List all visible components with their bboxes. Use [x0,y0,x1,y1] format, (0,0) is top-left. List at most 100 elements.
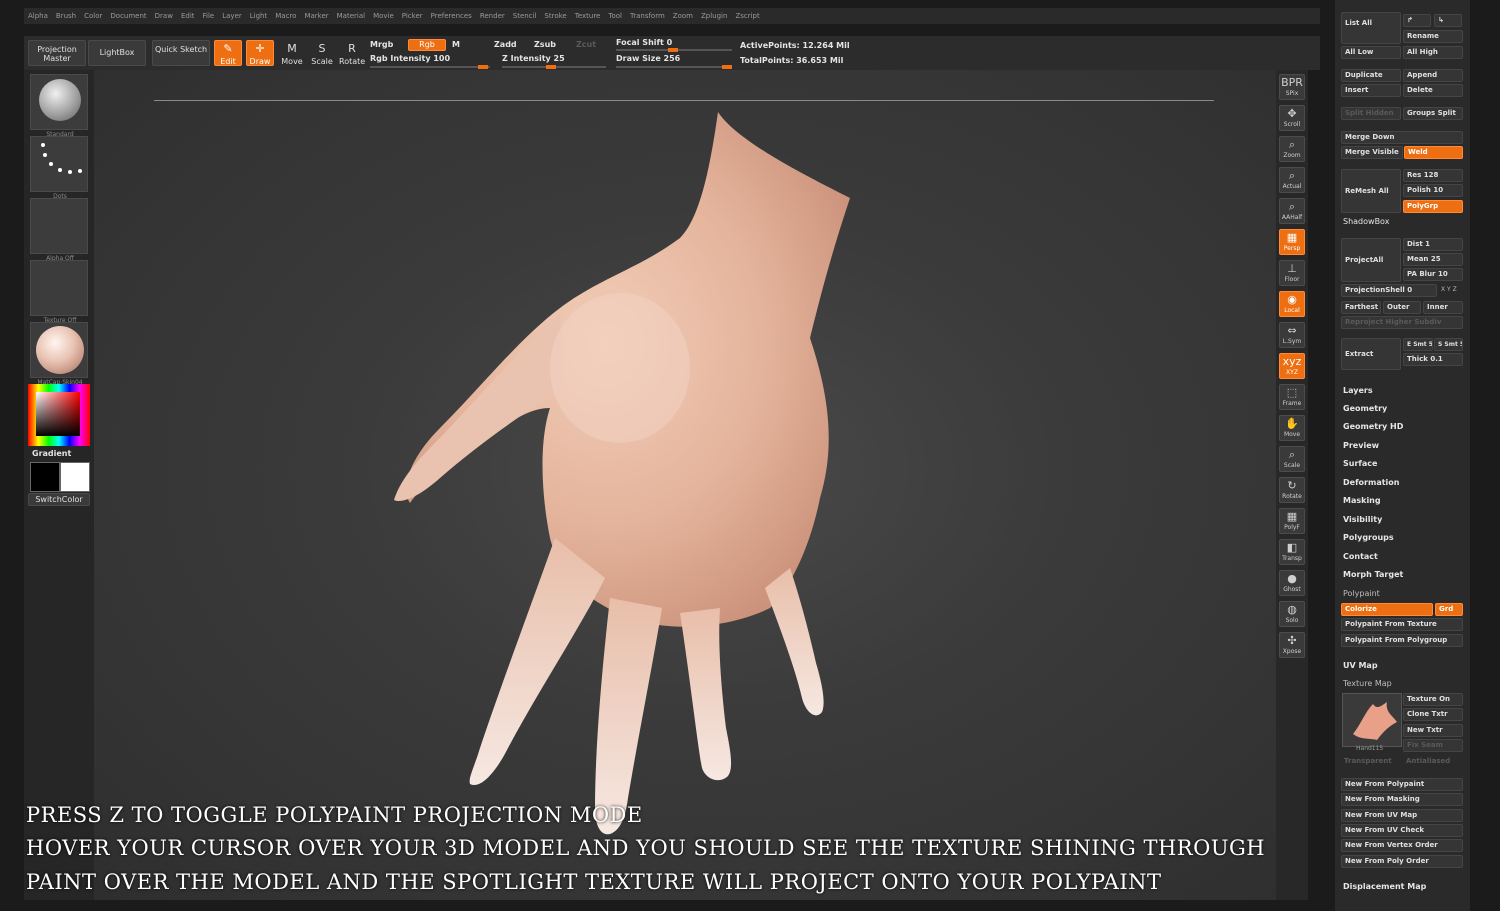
menu-zoom[interactable]: Zoom [673,8,693,24]
section-masking[interactable]: Masking [1343,496,1381,505]
z-intensity-slider[interactable]: Z Intensity 25 [502,54,565,63]
new-from-vertex-order-button[interactable]: New From Vertex Order [1341,839,1463,852]
section-polygroups[interactable]: Polygroups [1343,533,1394,542]
menu-stencil[interactable]: Stencil [513,8,537,24]
draw-size-slider[interactable]: Draw Size 256 [616,54,680,63]
menu-macro[interactable]: Macro [275,8,296,24]
section-deformation[interactable]: Deformation [1343,478,1399,487]
menu-alpha[interactable]: Alpha [28,8,48,24]
res-slider[interactable]: Res 128 [1403,169,1463,182]
section-geometry-hd[interactable]: Geometry HD [1343,422,1403,431]
delete-button[interactable]: Delete [1403,84,1463,97]
grd-toggle[interactable]: Grd [1435,603,1463,616]
projection-master-button[interactable]: Projection Master [28,40,86,66]
extract-button[interactable]: Extract [1341,338,1401,370]
zoom-button[interactable]: ⌕ Zoom [1279,136,1305,162]
reproject-higher-subdiv-button[interactable]: Reproject Higher Subdiv [1341,316,1463,329]
material-selector[interactable]: MatCap Skin04 [30,322,88,386]
edit-button[interactable]: ✎ Edit [214,40,242,66]
main-color-swatch[interactable] [30,462,60,492]
section-layers[interactable]: Layers [1343,386,1373,395]
brush-selector[interactable]: Standard [30,74,88,138]
section-displacement-map[interactable]: Displacement Map [1343,882,1426,891]
menu-zscript[interactable]: Zscript [735,8,759,24]
polygrp-toggle[interactable]: PolyGrp [1403,200,1463,213]
menu-texture[interactable]: Texture [575,8,601,24]
menu-render[interactable]: Render [480,8,505,24]
move-down-icon[interactable]: ↳ [1434,14,1462,27]
projection-shell-slider[interactable]: ProjectionShell 0 [1341,284,1437,297]
zsub-toggle[interactable]: Zsub [534,40,556,49]
scale-button[interactable]: S Scale [308,40,336,66]
dist-slider[interactable]: Dist 1 [1403,238,1463,251]
menu-movie[interactable]: Movie [373,8,394,24]
section-polypaint[interactable]: Polypaint [1343,589,1380,598]
spix-button[interactable]: BPR SPix [1279,74,1305,100]
section-geometry[interactable]: Geometry [1343,404,1387,413]
section-morph-target[interactable]: Morph Target [1343,570,1403,579]
all-high-button[interactable]: All High [1403,46,1463,59]
focal-shift-track[interactable] [616,48,732,52]
rotate-button[interactable]: ↻ Rotate [1279,477,1305,503]
remesh-all-button[interactable]: ReMesh All [1341,169,1401,213]
menu-transform[interactable]: Transform [630,8,665,24]
colorize-toggle[interactable]: Colorize [1341,603,1433,616]
menu-picker[interactable]: Picker [402,8,423,24]
quick-sketch-button[interactable]: Quick Sketch [152,40,210,66]
xyz-axis-toggles[interactable]: X Y Z [1441,286,1457,293]
list-all-button[interactable]: List All [1341,12,1401,44]
aahalf-button[interactable]: ⌕ AAHalf [1279,198,1305,224]
texture-thumbnail[interactable] [1342,693,1402,747]
new-from-uv-check-button[interactable]: New From UV Check [1341,824,1463,837]
z-intensity-track[interactable] [502,65,606,69]
persp-button[interactable]: ▦ Persp [1279,229,1305,255]
e-smt-slider[interactable]: E Smt 5 [1403,338,1433,351]
section-preview[interactable]: Preview [1343,441,1379,450]
draw-size-track[interactable] [616,65,732,69]
inner-toggle[interactable]: Inner [1423,301,1463,314]
l-sym-button[interactable]: ⇔ L.Sym [1279,322,1305,348]
new-from-uv-map-button[interactable]: New From UV Map [1341,809,1463,822]
section-visibility[interactable]: Visibility [1343,515,1382,524]
menu-preferences[interactable]: Preferences [431,8,472,24]
new-from-polypaint-button[interactable]: New From Polypaint [1341,778,1463,791]
polypaint-from-texture-button[interactable]: Polypaint From Texture [1341,618,1463,631]
rgb-toggle[interactable]: Rgb [408,39,446,51]
insert-button[interactable]: Insert [1341,84,1401,97]
merge-down-button[interactable]: Merge Down [1341,131,1463,144]
thick-slider[interactable]: Thick 0.1 [1403,353,1463,366]
ghost-button[interactable]: ● Ghost [1279,570,1305,596]
menu-draw[interactable]: Draw [155,8,173,24]
xpose-button[interactable]: ✣ Xpose [1279,632,1305,658]
all-low-button[interactable]: All Low [1341,46,1401,59]
menu-zplugin[interactable]: Zplugin [701,8,727,24]
section-texture-map[interactable]: Texture Map [1343,679,1392,688]
menu-file[interactable]: File [203,8,215,24]
move-button[interactable]: M Move [278,40,306,66]
polypaint-from-polygroup-button[interactable]: Polypaint From Polygroup [1341,634,1463,647]
append-button[interactable]: Append [1403,69,1463,82]
new-from-masking-button[interactable]: New From Masking [1341,793,1463,806]
section-uv-map[interactable]: UV Map [1343,661,1378,670]
move-button[interactable]: ✋ Move [1279,415,1305,441]
rotate-button[interactable]: R Rotate [338,40,366,66]
duplicate-button[interactable]: Duplicate [1341,69,1401,82]
transparent-toggle[interactable]: Transparent [1344,757,1392,765]
color-picker-square[interactable] [36,392,80,436]
menu-layer[interactable]: Layer [222,8,242,24]
texture-selector[interactable]: Texture Off [30,260,88,324]
antialiased-toggle[interactable]: Antialiased [1406,757,1450,765]
menu-color[interactable]: Color [84,8,102,24]
groups-split-button[interactable]: Groups Split [1403,107,1463,120]
weld-toggle[interactable]: Weld [1404,146,1463,159]
scale-button[interactable]: ⌕ Scale [1279,446,1305,472]
polyf-button[interactable]: ▦ PolyF [1279,508,1305,534]
texture-on-toggle[interactable]: Texture On [1403,693,1463,706]
menu-marker[interactable]: Marker [304,8,328,24]
new-from-poly-order-button[interactable]: New From Poly Order [1341,855,1463,868]
floor-button[interactable]: ⊥ Floor [1279,260,1305,286]
mrgb-toggle[interactable]: Mrgb [370,40,393,49]
new-txtr-button[interactable]: New Txtr [1403,724,1463,737]
section-surface[interactable]: Surface [1343,459,1377,468]
color-picker[interactable] [28,384,90,446]
